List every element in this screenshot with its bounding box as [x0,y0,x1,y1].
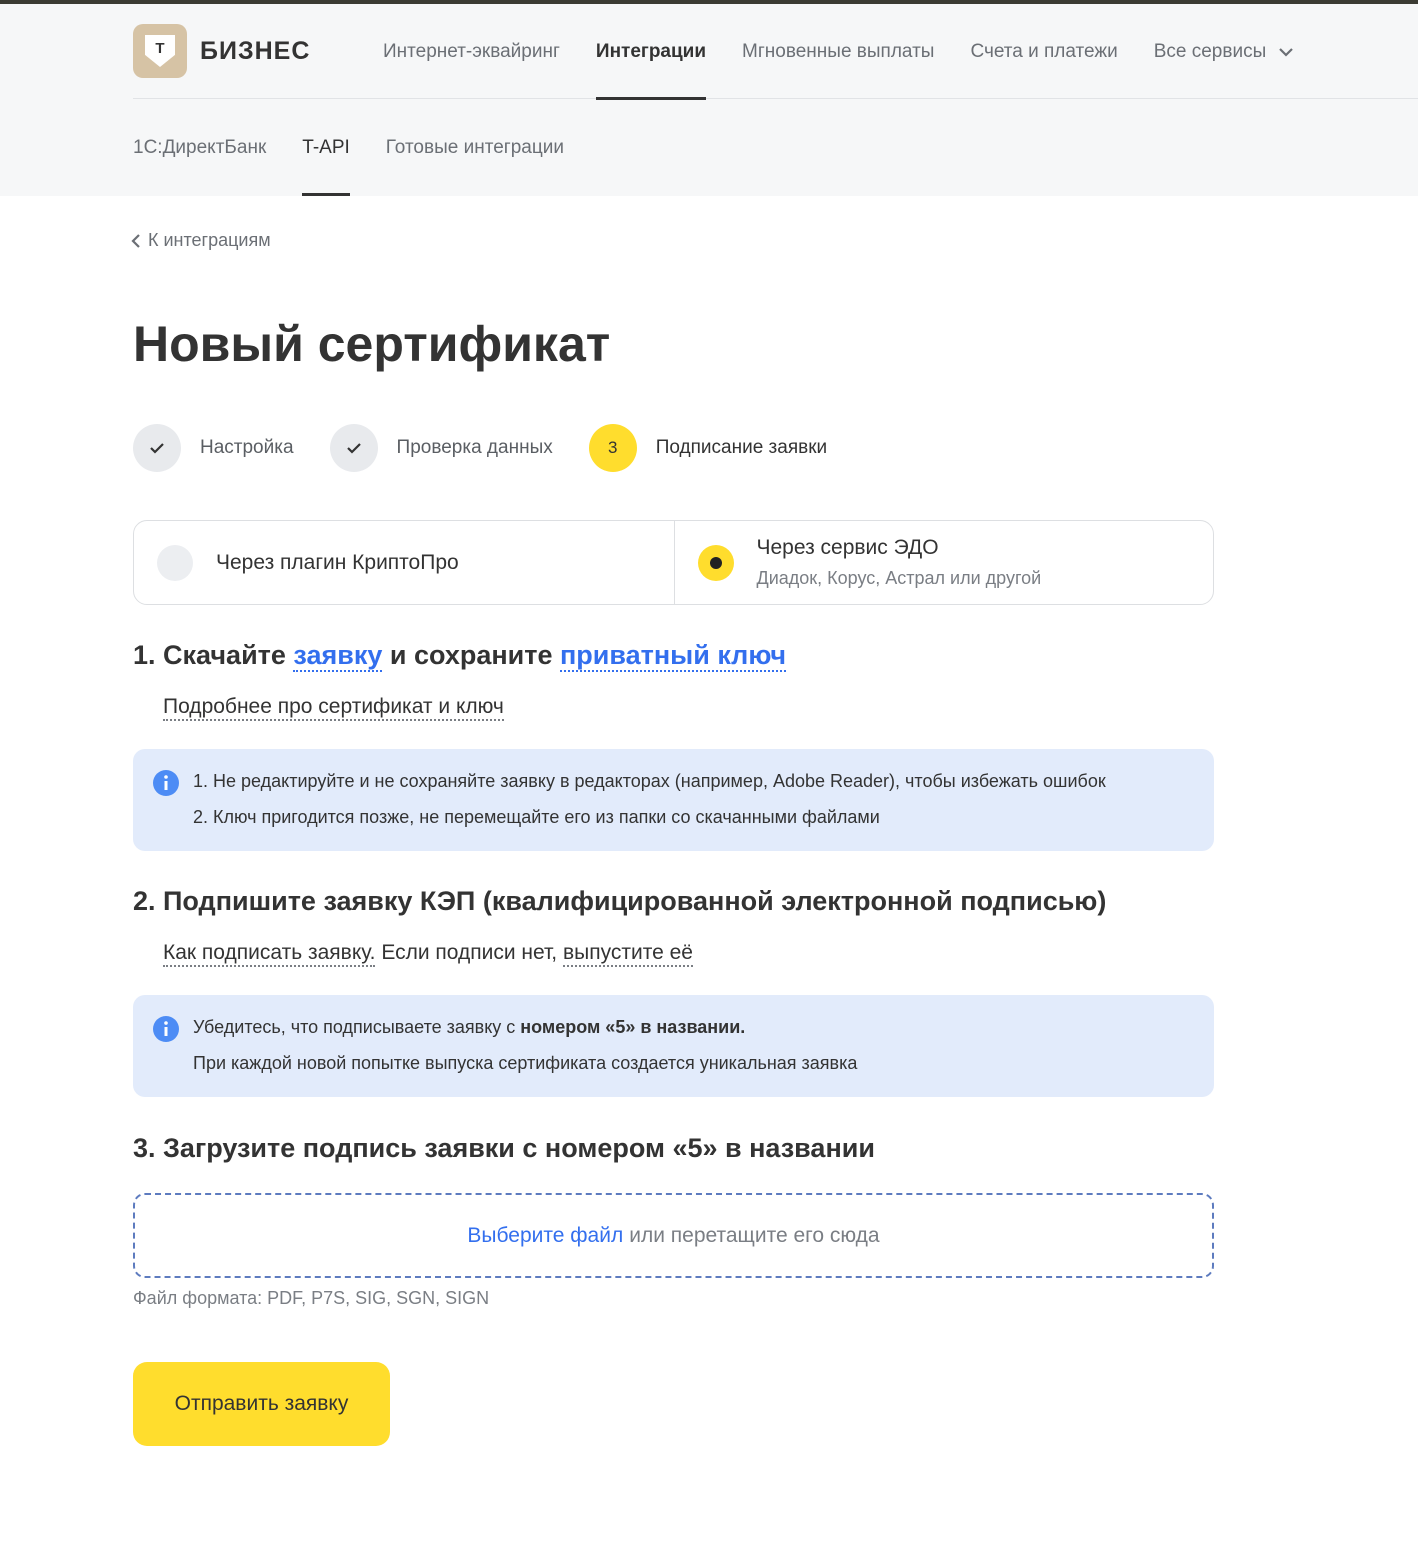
nav-instant-payouts[interactable]: Мгновенные выплаты [742,4,934,99]
signing-method-switch: Через плагин КриптоПро Через сервис ЭДО … [133,520,1214,605]
method-cryptopro[interactable]: Через плагин КриптоПро [134,521,674,604]
main-nav-row: Т БИЗНЕС Интернет-эквайринг Интеграции М… [133,4,1418,100]
nav-acquiring[interactable]: Интернет-эквайринг [383,4,560,99]
private-key-link[interactable]: приватный ключ [559,640,787,672]
step-signing: 3 Подписание заявки [588,424,828,472]
nav-all-services-label: Все сервисы [1153,41,1267,62]
dropzone-text: или перетащите его сюда [629,1223,880,1247]
subnav-ready-integrations[interactable]: Готовые интеграции [386,100,564,196]
section2-text: Если подписи нет, [375,941,563,964]
checkmark-icon [329,424,378,472]
main-nav: Интернет-эквайринг Интеграции Мгновенные… [383,4,1330,100]
note-bold-text: номером «5» в названии. [520,1017,746,1037]
nav-accounts-payments[interactable]: Счета и платежи [970,4,1117,99]
step-number: 3 [588,424,637,472]
note-line: При каждой новой попытке выпуска сертифи… [193,1053,858,1073]
step-label: Подписание заявки [655,437,828,458]
choose-file-link[interactable]: Выберите файл [467,1224,623,1248]
radio-selected[interactable] [697,544,734,581]
back-link-label: К интеграциям [148,230,271,250]
section1-heading: 1. Скачайте заявку и сохраните приватный… [133,640,787,672]
submit-request-button[interactable]: Отправить заявку [133,1362,390,1446]
file-format-hint: Файл формата: PDF, P7S, SIG, SGN, SIGN [133,1288,490,1308]
section2-links: Как подписать заявку. Если подписи нет, … [163,941,693,967]
logo-badge: Т [133,24,187,78]
cert-key-info-link[interactable]: Подробнее про сертификат и ключ [163,695,504,721]
note-line: Убедитесь, что подписываете заявку с ном… [193,1017,745,1038]
page-title: Новый сертификат [133,316,611,372]
step-label: Настройка [200,437,294,458]
info-note-2: Убедитесь, что подписываете заявку с ном… [133,995,1214,1097]
method-edo[interactable]: Через сервис ЭДО Диадок, Корус, Астрал и… [673,521,1214,604]
logo-text: БИЗНЕС [200,36,311,65]
back-link[interactable]: К интеграциям [131,230,271,251]
chevron-down-icon [1278,48,1293,57]
checkmark-icon [133,424,181,472]
logo-shield-icon: Т [145,35,175,67]
info-icon [153,1016,179,1042]
note-line: 1. Не редактируйте и не сохраняйте заявк… [193,771,1106,791]
radio-unselected[interactable] [157,544,193,581]
info-icon [153,770,179,796]
method-title: Через сервис ЭДО [756,536,939,559]
logo-letter: Т [155,40,165,57]
download-request-link[interactable]: заявку [293,640,383,672]
nav-integrations[interactable]: Интеграции [595,4,707,100]
method-subtitle: Диадок, Корус, Астрал или другой [756,568,1042,588]
note-line: 2. Ключ пригодится позже, не перемещайте… [193,807,880,827]
section2-heading: 2. Подпишите заявку КЭП (квалифицированн… [133,886,1107,916]
file-dropzone[interactable]: Выберите файл или перетащите его сюда [133,1193,1214,1278]
info-note-1: 1. Не редактируйте и не сохраняйте заявк… [133,749,1214,851]
step-settings: Настройка [133,424,294,472]
section1-middle: и сохраните [382,640,560,670]
note-text: Убедитесь, что подписываете заявку с [193,1017,521,1037]
step-data-check: Проверка данных [329,424,553,472]
section1-prefix: 1. Скачайте [133,640,294,670]
section1-more: Подробнее про сертификат и ключ [163,695,504,721]
logo[interactable]: Т БИЗНЕС [133,24,310,78]
header: Т БИЗНЕС Интернет-эквайринг Интеграции М… [0,4,1418,196]
subnav-directbank[interactable]: 1С:ДиректБанк [133,100,266,196]
subnav-t-api[interactable]: T-API [302,100,350,196]
how-to-sign-link[interactable]: Как подписать заявку. [163,941,376,967]
step-label: Проверка данных [396,437,553,458]
section3-heading: 3. Загрузите подпись заявки с номером «5… [133,1133,875,1163]
chevron-left-icon [131,233,140,248]
sub-nav: 1С:ДиректБанк T-API Готовые интеграции [133,100,600,196]
issue-signature-link[interactable]: выпустите её [562,941,693,967]
method-title: Через плагин КриптоПро [216,550,459,574]
nav-all-services[interactable]: Все сервисы [1154,4,1294,99]
stepper: Настройка Проверка данных 3 Подписание з… [133,424,863,472]
